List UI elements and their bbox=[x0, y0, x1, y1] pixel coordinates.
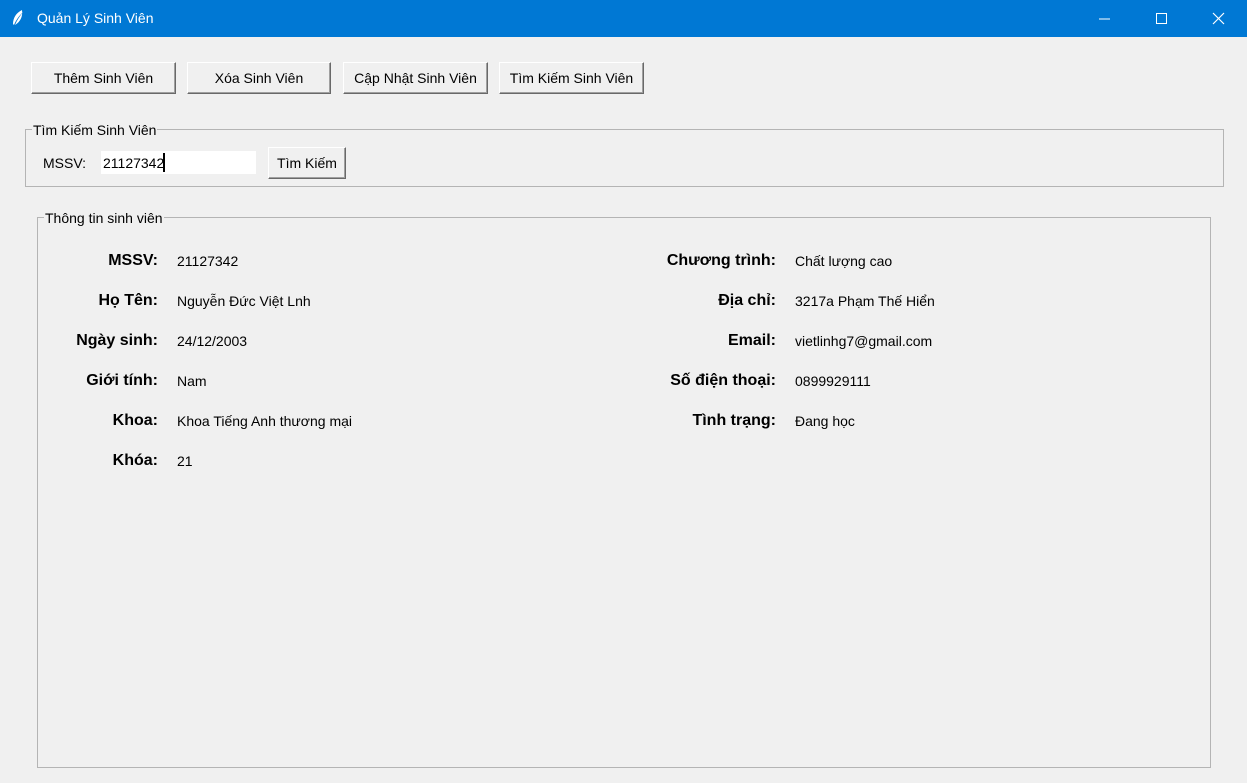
birthdate-value: 24/12/2003 bbox=[177, 333, 248, 349]
minimize-icon bbox=[1099, 18, 1110, 20]
email-value: vietlinhg7@gmail.com bbox=[795, 333, 933, 349]
maximize-button[interactable] bbox=[1133, 0, 1191, 37]
close-icon bbox=[1212, 12, 1225, 25]
fullname-value: Nguyễn Đức Việt Lnh bbox=[177, 293, 311, 309]
gender-label: Giới tính: bbox=[86, 372, 158, 389]
minimize-button[interactable] bbox=[1076, 0, 1134, 37]
mssv-search-label: MSSV: bbox=[43, 155, 87, 171]
mssv-value: 21127342 bbox=[177, 253, 239, 269]
title-bar[interactable]: Quản Lý Sinh Viên bbox=[0, 0, 1247, 37]
phone-label: Số điện thoại: bbox=[670, 372, 776, 389]
gender-value: Nam bbox=[177, 373, 207, 389]
faculty-value: Khoa Tiếng Anh thương mại bbox=[177, 413, 352, 429]
email-label: Email: bbox=[727, 332, 776, 349]
text-caret bbox=[163, 153, 165, 172]
cohort-label: Khóa: bbox=[112, 452, 158, 469]
mssv-label: MSSV: bbox=[108, 252, 158, 269]
birthdate-label: Ngày sinh: bbox=[76, 332, 158, 349]
cohort-value: 21 bbox=[177, 453, 193, 469]
delete-student-button[interactable]: Xóa Sinh Viên bbox=[187, 62, 331, 94]
update-student-button[interactable]: Cập Nhật Sinh Viên bbox=[343, 62, 488, 94]
maximize-icon bbox=[1156, 13, 1167, 24]
faculty-label: Khoa: bbox=[112, 412, 158, 429]
window-title: Quản Lý Sinh Viên bbox=[37, 10, 154, 26]
mssv-search-input[interactable] bbox=[101, 151, 256, 174]
feather-icon bbox=[10, 9, 26, 27]
add-student-button[interactable]: Thêm Sinh Viên bbox=[31, 62, 176, 94]
program-value: Chất lượng cao bbox=[795, 253, 893, 269]
status-label: Tình trạng: bbox=[692, 412, 776, 429]
search-student-button[interactable]: Tìm Kiếm Sinh Viên bbox=[499, 62, 644, 94]
address-value: 3217a Phạm Thế Hiển bbox=[795, 293, 935, 309]
status-value: Đang học bbox=[795, 413, 855, 429]
program-label: Chương trình: bbox=[666, 252, 776, 269]
search-button[interactable]: Tìm Kiếm bbox=[268, 147, 346, 179]
address-label: Địa chỉ: bbox=[718, 292, 776, 309]
fullname-label: Họ Tên: bbox=[98, 292, 158, 309]
search-group-title: Tìm Kiếm Sinh Viên bbox=[32, 122, 158, 138]
close-button[interactable] bbox=[1190, 0, 1247, 37]
phone-value: 0899929111 bbox=[795, 373, 871, 389]
student-info-title: Thông tin sinh viên bbox=[44, 210, 164, 226]
